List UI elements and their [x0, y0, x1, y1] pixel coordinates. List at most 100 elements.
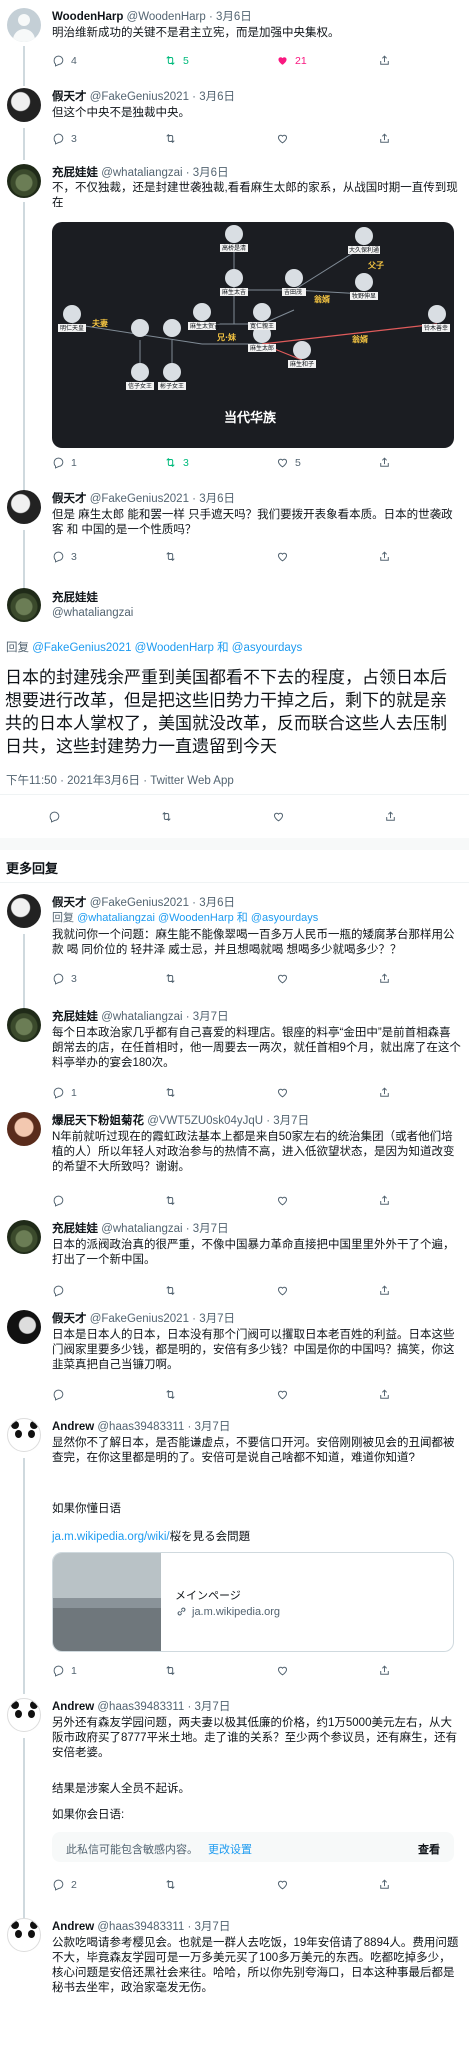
- author-handle[interactable]: @FakeGenius2021: [90, 493, 189, 505]
- avatar[interactable]: [7, 8, 41, 42]
- family-tree-image[interactable]: 高桥是清 麻生太吉 吉田茂 大久保利通 牧野伸显 明仁天皇 寛仁親王 麻生太郎 …: [52, 222, 454, 448]
- reply-tweet[interactable]: 爆屁天下粉姐菊花 @VWT5ZU0sk04yJqU · 3月7日 N年前就听过现…: [0, 1110, 469, 1214]
- avatar[interactable]: [7, 1418, 41, 1452]
- author-handle[interactable]: @haas39483311: [97, 1701, 184, 1713]
- reply-button[interactable]: 1: [52, 1086, 77, 1099]
- reply-button[interactable]: 1: [52, 1664, 77, 1677]
- tweet-date[interactable]: · 3月6日: [192, 897, 235, 909]
- tweet[interactable]: 假天才 @FakeGenius2021 · 3月6日 但这个中央不是独裁中央。 …: [0, 86, 469, 160]
- reply-button[interactable]: 2: [52, 1878, 77, 1891]
- avatar[interactable]: [7, 1310, 41, 1344]
- reply-button[interactable]: [52, 1194, 65, 1207]
- tweet-date[interactable]: · 3月7日: [188, 1921, 231, 1933]
- like-button[interactable]: 5: [276, 456, 301, 469]
- author-handle[interactable]: @whataliangzai: [101, 1011, 182, 1023]
- link-card[interactable]: メインページ ja.m.wikipedia.org: [52, 1552, 454, 1652]
- retweet-button[interactable]: [164, 1086, 177, 1099]
- like-button[interactable]: [272, 810, 285, 823]
- reply-button[interactable]: [48, 810, 61, 823]
- author-name[interactable]: 假天才: [52, 1313, 87, 1325]
- tweet-timestamp[interactable]: 下午11:50 · 2021年3月6日 · Twitter Web App: [6, 772, 234, 788]
- reply-tweet[interactable]: 假天才 @FakeGenius2021 · 3月7日 日本是日本人的日本，日本没…: [0, 1308, 469, 1412]
- author-handle[interactable]: @WoodenHarp: [127, 11, 206, 23]
- tweet-date[interactable]: · 3月7日: [186, 1011, 229, 1023]
- author-handle[interactable]: @FakeGenius2021: [90, 91, 189, 103]
- author-handle[interactable]: @whataliangzai: [52, 607, 133, 619]
- reply-tweet[interactable]: 假天才 @FakeGenius2021 · 3月6日 回复 @whatalian…: [0, 892, 469, 1008]
- avatar[interactable]: [7, 1698, 41, 1732]
- reply-button[interactable]: 3: [52, 550, 77, 563]
- author-name[interactable]: 爆屁天下粉姐菊花: [52, 1115, 144, 1127]
- author-name[interactable]: 充屁娃娃: [52, 1011, 98, 1023]
- retweet-button[interactable]: [164, 1878, 177, 1891]
- avatar[interactable]: [7, 1008, 41, 1042]
- avatar[interactable]: [7, 1918, 41, 1952]
- tweet-date[interactable]: · 3月6日: [192, 91, 235, 103]
- reply-mentions[interactable]: @FakeGenius2021 @WoodenHarp 和 @asyourday…: [32, 642, 302, 654]
- share-button[interactable]: [378, 1388, 391, 1401]
- like-button[interactable]: [276, 1284, 289, 1297]
- like-button[interactable]: [276, 1086, 289, 1099]
- retweet-button[interactable]: 5: [164, 54, 189, 67]
- reply-tweet[interactable]: Andrew @haas39483311 · 3月7日 公款吃喝请参考樱见会。也…: [0, 1916, 469, 2048]
- share-button[interactable]: [378, 1664, 391, 1677]
- retweet-button[interactable]: 3: [164, 456, 189, 469]
- retweet-button[interactable]: [164, 550, 177, 563]
- link-url[interactable]: ja.m.wikipedia.org/wiki/: [52, 1531, 170, 1543]
- tweet-link[interactable]: ja.m.wikipedia.org/wiki/桜を見る会問題: [52, 1530, 462, 1545]
- author-name[interactable]: 充屁娃娃: [52, 1223, 98, 1235]
- reply-tweet[interactable]: Andrew @haas39483311 · 3月7日 另外还有森友学园问题，两…: [0, 1696, 469, 1928]
- author-handle[interactable]: @FakeGenius2021: [90, 897, 189, 909]
- avatar[interactable]: [7, 894, 41, 928]
- author-handle[interactable]: @FakeGenius2021: [90, 1313, 189, 1325]
- author-handle[interactable]: @whataliangzai: [101, 167, 182, 179]
- author-handle[interactable]: @haas39483311: [97, 1421, 184, 1433]
- author-name[interactable]: WoodenHarp: [52, 11, 123, 23]
- tweet[interactable]: 充屁娃娃 @whataliangzai · 3月6日 不，不仅独裁，还是封建世袭…: [0, 160, 469, 492]
- like-button[interactable]: [276, 972, 289, 985]
- share-button[interactable]: [378, 54, 391, 67]
- tweet-date[interactable]: · 3月7日: [188, 1701, 231, 1713]
- retweet-button[interactable]: [164, 132, 177, 145]
- like-button[interactable]: [276, 1878, 289, 1891]
- tweet-date[interactable]: · 3月7日: [266, 1115, 309, 1127]
- author-name[interactable]: 充屁娃娃: [52, 167, 98, 179]
- avatar[interactable]: [7, 1220, 41, 1254]
- author-name[interactable]: 充屁娃娃: [52, 592, 98, 604]
- author-handle[interactable]: @whataliangzai: [101, 1223, 182, 1235]
- author-name[interactable]: 假天才: [52, 91, 87, 103]
- like-button[interactable]: [276, 1194, 289, 1207]
- share-button[interactable]: [378, 1086, 391, 1099]
- tweet-date[interactable]: · 3月6日: [186, 167, 229, 179]
- author-name[interactable]: 假天才: [52, 493, 87, 505]
- tweet-date[interactable]: · 3月6日: [209, 11, 252, 23]
- tweet[interactable]: 假天才 @FakeGenius2021 · 3月6日 但是 麻生太郎 能和罢一样…: [0, 488, 469, 590]
- author-handle[interactable]: @VWT5ZU0sk04yJqU: [147, 1115, 263, 1127]
- change-settings-link[interactable]: 更改设置: [208, 1841, 252, 1857]
- like-button[interactable]: [276, 1664, 289, 1677]
- share-button[interactable]: [378, 132, 391, 145]
- retweet-button[interactable]: [164, 1194, 177, 1207]
- reply-button[interactable]: 3: [52, 972, 77, 985]
- reply-button[interactable]: 4: [52, 54, 77, 67]
- like-button[interactable]: [276, 550, 289, 563]
- author-handle[interactable]: @haas39483311: [97, 1921, 184, 1933]
- tweet-date[interactable]: · 3月6日: [192, 493, 235, 505]
- share-button[interactable]: [384, 810, 397, 823]
- avatar[interactable]: [7, 88, 41, 122]
- tweet-date[interactable]: · 3月7日: [186, 1223, 229, 1235]
- share-button[interactable]: [378, 1284, 391, 1297]
- avatar[interactable]: [7, 588, 41, 622]
- avatar[interactable]: [7, 164, 41, 198]
- share-button[interactable]: [378, 972, 391, 985]
- share-button[interactable]: [378, 1194, 391, 1207]
- share-button[interactable]: [378, 550, 391, 563]
- reply-tweet[interactable]: 充屁娃娃 @whataliangzai · 3月7日 每个日本政治家几乎都有自己…: [0, 1006, 469, 1106]
- retweet-button[interactable]: [164, 1388, 177, 1401]
- retweet-button[interactable]: [164, 1664, 177, 1677]
- retweet-button[interactable]: [164, 1284, 177, 1297]
- avatar[interactable]: [7, 1112, 41, 1146]
- like-button[interactable]: [276, 132, 289, 145]
- like-button[interactable]: [276, 1388, 289, 1401]
- reply-button[interactable]: 1: [52, 456, 77, 469]
